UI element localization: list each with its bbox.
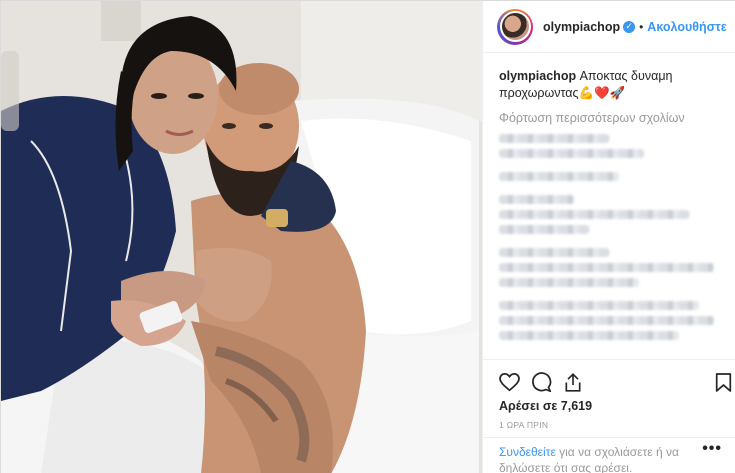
login-link[interactable]: Συνδεθείτε xyxy=(499,445,556,459)
share-icon[interactable] xyxy=(562,371,584,393)
blurred-comments xyxy=(499,134,723,340)
blurred-comment-line xyxy=(499,301,699,310)
post-sidebar: olympiachop ✓ • Ακολουθήστε olympiachop … xyxy=(482,1,735,473)
blurred-comment-line xyxy=(499,331,679,340)
blurred-comment-line xyxy=(499,210,689,219)
blurred-comment-line xyxy=(499,225,589,234)
blurred-comment-line xyxy=(499,172,619,181)
blurred-comment-line xyxy=(499,263,714,272)
login-prompt: Συνδεθείτε για να σχολιάσετε ή να δηλώσε… xyxy=(483,437,735,473)
blurred-comment-line xyxy=(499,149,644,158)
load-more-comments-link[interactable]: Φόρτωση περισσότερων σχολίων xyxy=(499,111,723,125)
likes-count[interactable]: Αρέσει σε 7,619 xyxy=(499,399,592,413)
follow-button[interactable]: Ακολουθήστε xyxy=(647,20,726,34)
heart-icon[interactable] xyxy=(498,371,520,393)
blurred-comment-line xyxy=(499,134,609,143)
separator-dot: • xyxy=(639,19,644,34)
instagram-post: olympiachop ✓ • Ακολουθήστε olympiachop … xyxy=(0,0,735,473)
blurred-comment-line xyxy=(499,195,574,204)
comments-section: olympiachop Αποκτας δυναμη προχωρωντας💪❤… xyxy=(483,54,735,359)
author-username[interactable]: olympiachop xyxy=(543,20,620,34)
caption-username[interactable]: olympiachop xyxy=(499,69,576,83)
post-photo[interactable] xyxy=(1,1,482,473)
bookmark-icon[interactable] xyxy=(712,371,734,393)
blurred-comment-line xyxy=(499,248,609,257)
hospital-bed-photo xyxy=(1,1,482,473)
blurred-comment-line xyxy=(499,316,714,325)
post-header: olympiachop ✓ • Ακολουθήστε xyxy=(483,1,735,53)
comment-bubble-icon[interactable] xyxy=(530,371,552,393)
avatar[interactable] xyxy=(497,8,533,45)
avatar-image xyxy=(499,11,531,42)
post-caption: olympiachop Αποκτας δυναμη προχωρωντας💪❤… xyxy=(499,68,723,102)
post-timestamp[interactable]: 1 ΩΡΑ ΠΡΙΝ xyxy=(499,420,548,430)
action-bar xyxy=(483,359,735,399)
blurred-comment-line xyxy=(499,278,639,287)
more-options-icon[interactable]: ••• xyxy=(702,440,722,458)
verified-badge-icon: ✓ xyxy=(623,20,636,33)
